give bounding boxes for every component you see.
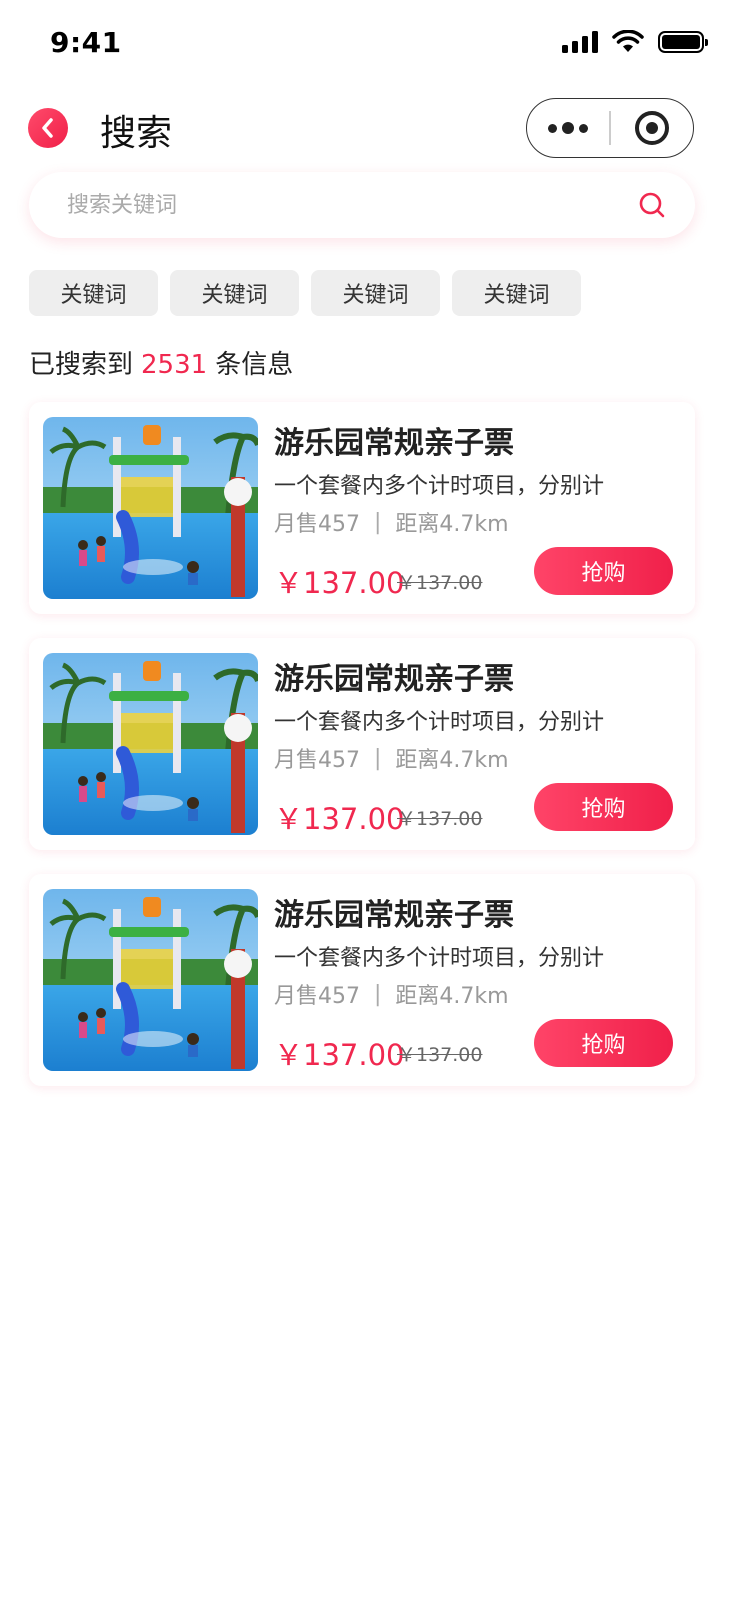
page-title: 搜索 [100, 113, 173, 154]
more-button[interactable] [527, 99, 609, 157]
close-mini-program-button[interactable] [611, 99, 693, 157]
product-meta: 月售457 | 距离4.7km [274, 506, 509, 538]
product-title: 游乐园常规亲子票 [274, 898, 514, 933]
product-price: ￥137.00 [274, 802, 405, 836]
chevron-left-icon [42, 118, 53, 138]
meta-divider: | [374, 981, 382, 1007]
product-sales: 月售457 [274, 748, 360, 773]
product-description: 一个套餐内多个计时项目，分别计 [274, 710, 605, 735]
product-original-price: ￥137.00 [397, 572, 483, 594]
keyword-chip[interactable]: 关键词 [311, 270, 440, 316]
product-meta: 月售457 | 距离4.7km [274, 978, 509, 1010]
result-count: 已搜索到 2531 条信息 [29, 344, 293, 381]
product-distance: 距离4.7km [395, 512, 509, 537]
product-original-price: ￥137.00 [397, 1044, 483, 1066]
product-title: 游乐园常规亲子票 [274, 662, 514, 697]
buy-button[interactable]: 抢购 [534, 1019, 673, 1067]
result-count-number: 2531 [141, 350, 208, 380]
product-list: 游乐园常规亲子票 一个套餐内多个计时项目，分别计 月售457 | 距离4.7km… [29, 402, 695, 1110]
meta-divider: | [374, 745, 382, 771]
product-distance: 距离4.7km [395, 748, 509, 773]
product-description: 一个套餐内多个计时项目，分别计 [274, 474, 605, 499]
target-icon [634, 111, 669, 145]
search-bar [29, 172, 695, 238]
wifi-icon [612, 30, 644, 52]
buy-button[interactable]: 抢购 [534, 547, 673, 595]
product-sales: 月售457 [274, 512, 360, 537]
product-description: 一个套餐内多个计时项目，分别计 [274, 946, 605, 971]
buy-button[interactable]: 抢购 [534, 783, 673, 831]
product-card[interactable]: 游乐园常规亲子票 一个套餐内多个计时项目，分别计 月售457 | 距离4.7km… [29, 874, 695, 1086]
mini-program-capsule [526, 98, 694, 158]
back-button[interactable] [28, 108, 68, 148]
result-count-suffix: 条信息 [215, 350, 294, 380]
product-card[interactable]: 游乐园常规亲子票 一个套餐内多个计时项目，分别计 月售457 | 距离4.7km… [29, 638, 695, 850]
product-card[interactable]: 游乐园常规亲子票 一个套餐内多个计时项目，分别计 月售457 | 距离4.7km… [29, 402, 695, 614]
keyword-chip[interactable]: 关键词 [170, 270, 299, 316]
keyword-chip[interactable]: 关键词 [29, 270, 158, 316]
status-icons [562, 30, 708, 54]
product-title: 游乐园常规亲子票 [274, 426, 514, 461]
status-bar: 9:41 [0, 0, 750, 88]
product-price: ￥137.00 [274, 566, 405, 600]
product-image [43, 889, 258, 1071]
more-dots-icon [548, 122, 589, 134]
product-sales: 月售457 [274, 984, 360, 1009]
result-count-prefix: 已搜索到 [29, 350, 134, 380]
product-meta: 月售457 | 距离4.7km [274, 742, 509, 774]
keyword-chips: 关键词 关键词 关键词 关键词 [29, 270, 581, 316]
product-original-price: ￥137.00 [397, 808, 483, 830]
search-input[interactable] [67, 192, 637, 218]
product-image [43, 417, 258, 599]
nav-bar: 搜索 [0, 96, 750, 160]
status-time: 9:41 [50, 26, 122, 59]
search-icon[interactable] [637, 190, 667, 220]
cellular-signal-icon [562, 31, 598, 53]
meta-divider: | [374, 509, 382, 535]
battery-icon [658, 31, 708, 53]
keyword-chip[interactable]: 关键词 [452, 270, 581, 316]
product-image [43, 653, 258, 835]
product-price: ￥137.00 [274, 1038, 405, 1072]
product-distance: 距离4.7km [395, 984, 509, 1009]
